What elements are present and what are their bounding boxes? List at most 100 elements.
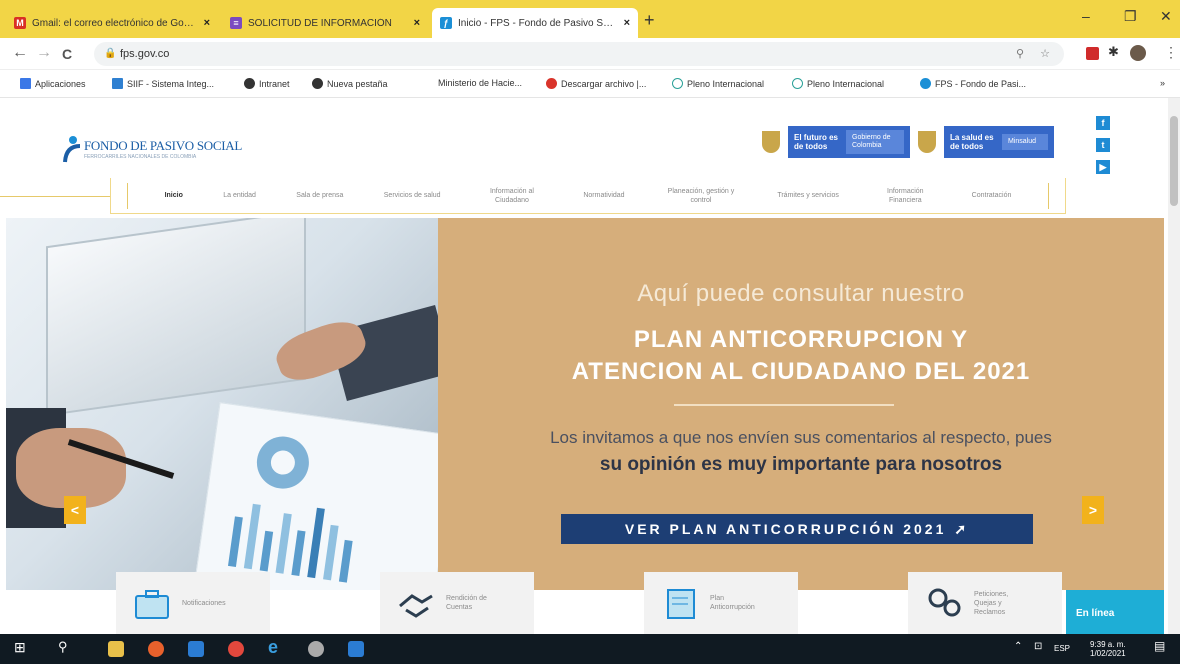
bookmarks-more[interactable]: »	[1160, 78, 1165, 88]
quick-links: Notificaciones Rendición de Cuentas Plan…	[0, 572, 1180, 634]
menu-item-financiera[interactable]: Información Financiera	[875, 187, 935, 205]
star-icon[interactable]: ☆	[1040, 42, 1050, 66]
fps-icon: ƒ	[440, 17, 452, 29]
menu-item-inicio[interactable]: Inicio	[161, 191, 187, 200]
bookmark-label: SIIF - Sistema Integ...	[127, 78, 215, 89]
tray-arrow-icon[interactable]: ⌃	[1014, 642, 1022, 652]
en-linea-button[interactable]: En línea	[1066, 590, 1164, 634]
mail-icon[interactable]	[348, 641, 364, 657]
menu-item-planeacion[interactable]: Planeación, gestión y control	[661, 187, 741, 205]
new-tab-button[interactable]: +	[644, 10, 655, 31]
windows-taskbar: ⊞ ⚲ e ⌃ ⊡ ESP 9:39 a. m. 1/02/2021 ▤	[0, 634, 1180, 664]
banner-futuro[interactable]: El futuro es de todos Gobierno de Colomb…	[788, 126, 910, 158]
page-scrollbar[interactable]	[1168, 98, 1180, 634]
banner-salud[interactable]: La salud es de todos Minsalud	[944, 126, 1054, 158]
bookmark-label: Pleno Internacional	[687, 78, 765, 89]
tab-gmail[interactable]: M Gmail: el correo electrónico de Google…	[6, 8, 218, 38]
card-rendicion[interactable]: Rendición de Cuentas	[380, 572, 534, 634]
back-button[interactable]: ←	[12, 44, 28, 62]
firefox-icon[interactable]	[148, 641, 164, 657]
slider-next-button[interactable]: >	[1082, 496, 1104, 524]
menu-divider-line	[0, 196, 110, 197]
reload-button[interactable]: C	[62, 46, 72, 62]
extensions-icon[interactable]: ✱	[1108, 44, 1119, 60]
tab-fps[interactable]: ƒ Inicio - FPS - Fondo de Pasivo Social …	[432, 8, 638, 38]
government-banners: El futuro es de todos Gobierno de Colomb…	[762, 126, 1054, 158]
card-pqr[interactable]: Peticiones, Quejas y Reclamos	[908, 572, 1062, 634]
bookmark-label: Ministerio de Hacie...	[438, 78, 523, 88]
app-icon[interactable]	[308, 641, 324, 657]
tab-solicitud[interactable]: ≡ SOLICITUD DE INFORMACIÓN ×	[222, 8, 428, 38]
handshake-icon	[396, 586, 436, 620]
close-tab-icon[interactable]: ×	[204, 17, 210, 29]
url-bar[interactable]: 🔒 fps.gov.co ⚲ ☆	[94, 42, 1064, 66]
slider-prev-button[interactable]: <	[64, 496, 86, 524]
globe-icon	[312, 78, 323, 89]
hero-title-line2: ATENCION AL CIUDADANO DEL 2021	[571, 358, 1031, 385]
card-plan[interactable]: Plan Anticorrupción	[644, 572, 798, 634]
windows-start-icon[interactable]: ⊞	[14, 639, 30, 655]
menu-item-ciudadano[interactable]: Información al Ciudadano	[477, 187, 547, 205]
facebook-icon[interactable]: f	[1096, 116, 1110, 130]
search-icon[interactable]: ⚲	[58, 639, 74, 655]
hero-photo	[6, 218, 458, 590]
bookmark-aplicaciones[interactable]: Aplicaciones	[20, 78, 86, 89]
main-menu: Inicio La entidad Sala de prensa Servici…	[110, 178, 1066, 214]
forward-button[interactable]: →	[36, 44, 52, 62]
bookmark-descargar[interactable]: Descargar archivo |...	[546, 78, 646, 89]
bookmark-siif[interactable]: SIIF - Sistema Integ...	[112, 78, 214, 89]
minimize-button[interactable]: –	[1082, 8, 1090, 24]
close-tab-icon[interactable]: ×	[624, 17, 630, 29]
youtube-icon[interactable]: ▶	[1096, 160, 1110, 174]
clock-time: 9:39 a. m.	[1090, 640, 1126, 649]
menu-kebab-icon[interactable]: ⋮	[1164, 44, 1178, 61]
bookmark-pleno-1[interactable]: Pleno Internacional	[672, 78, 764, 89]
pleno-icon	[672, 78, 683, 89]
edge-icon[interactable]: e	[268, 637, 284, 657]
ver-plan-button[interactable]: VER PLAN ANTICORRUPCIÓN 2021 ➚	[561, 514, 1033, 544]
menu-item-salud[interactable]: Servicios de salud	[380, 191, 445, 200]
zoom-icon[interactable]: ⚲	[1016, 42, 1024, 66]
bookmark-intranet[interactable]: Intranet	[244, 78, 290, 89]
notifications-icon[interactable]: ▤	[1154, 640, 1165, 652]
avatar[interactable]	[1130, 45, 1146, 61]
apps-icon	[20, 78, 31, 89]
bookmark-ministerio[interactable]: Ministerio de Hacie...	[438, 78, 522, 88]
pdf-extension-icon[interactable]	[1086, 47, 1099, 60]
language-indicator[interactable]: ESP	[1054, 644, 1070, 653]
clock[interactable]: 9:39 a. m. 1/02/2021	[1090, 640, 1126, 658]
file-explorer-icon[interactable]	[108, 641, 124, 657]
card-notificaciones[interactable]: Notificaciones	[116, 572, 270, 634]
network-icon[interactable]: ⊡	[1034, 642, 1042, 652]
fps-logo-icon	[62, 134, 84, 164]
scrollbar-thumb[interactable]	[1170, 116, 1178, 206]
close-tab-icon[interactable]: ×	[414, 17, 420, 29]
tab-title: SOLICITUD DE INFORMACIÓN	[248, 17, 392, 29]
bookmark-pleno-2[interactable]: Pleno Internacional	[792, 78, 884, 89]
maximize-button[interactable]: ❐	[1124, 8, 1137, 25]
menu-separator	[1047, 182, 1049, 209]
bookmark-nueva-pestana[interactable]: Nueva pestaña	[312, 78, 388, 89]
card-label: Plan Anticorrupción	[710, 595, 755, 611]
bookmark-fps[interactable]: FPS - Fondo de Pasi...	[920, 78, 1026, 89]
bookmark-label: Intranet	[259, 78, 290, 89]
menu-separator	[127, 182, 129, 209]
briefcase-icon	[132, 586, 172, 620]
menu-item-contratacion[interactable]: Contratación	[968, 191, 1016, 200]
twitter-icon[interactable]: t	[1096, 138, 1110, 152]
close-window-button[interactable]: ✕	[1160, 8, 1172, 25]
gmail-icon: M	[14, 17, 26, 29]
menu-item-normatividad[interactable]: Normatividad	[579, 191, 628, 200]
site-logo[interactable]: FONDO DE PASIVO SOCIAL FERROCARRILES NAC…	[62, 134, 242, 164]
hero-text-panel: Aquí puede consultar nuestro PLAN ANTICO…	[438, 218, 1164, 590]
menu-item-tramites[interactable]: Trámites y servicios	[773, 191, 843, 200]
clock-date: 1/02/2021	[1090, 649, 1126, 658]
bookmarks-bar: Aplicaciones SIIF - Sistema Integ... Int…	[0, 70, 1180, 98]
menu-item-prensa[interactable]: Sala de prensa	[292, 191, 347, 200]
lock-icon: 🔒	[104, 48, 117, 59]
outlook-icon[interactable]	[188, 641, 204, 657]
menu-item-entidad[interactable]: La entidad	[219, 191, 260, 200]
card-label: Rendición de Cuentas	[446, 595, 487, 611]
forms-icon: ≡	[230, 17, 242, 29]
chrome-icon[interactable]	[228, 641, 244, 657]
